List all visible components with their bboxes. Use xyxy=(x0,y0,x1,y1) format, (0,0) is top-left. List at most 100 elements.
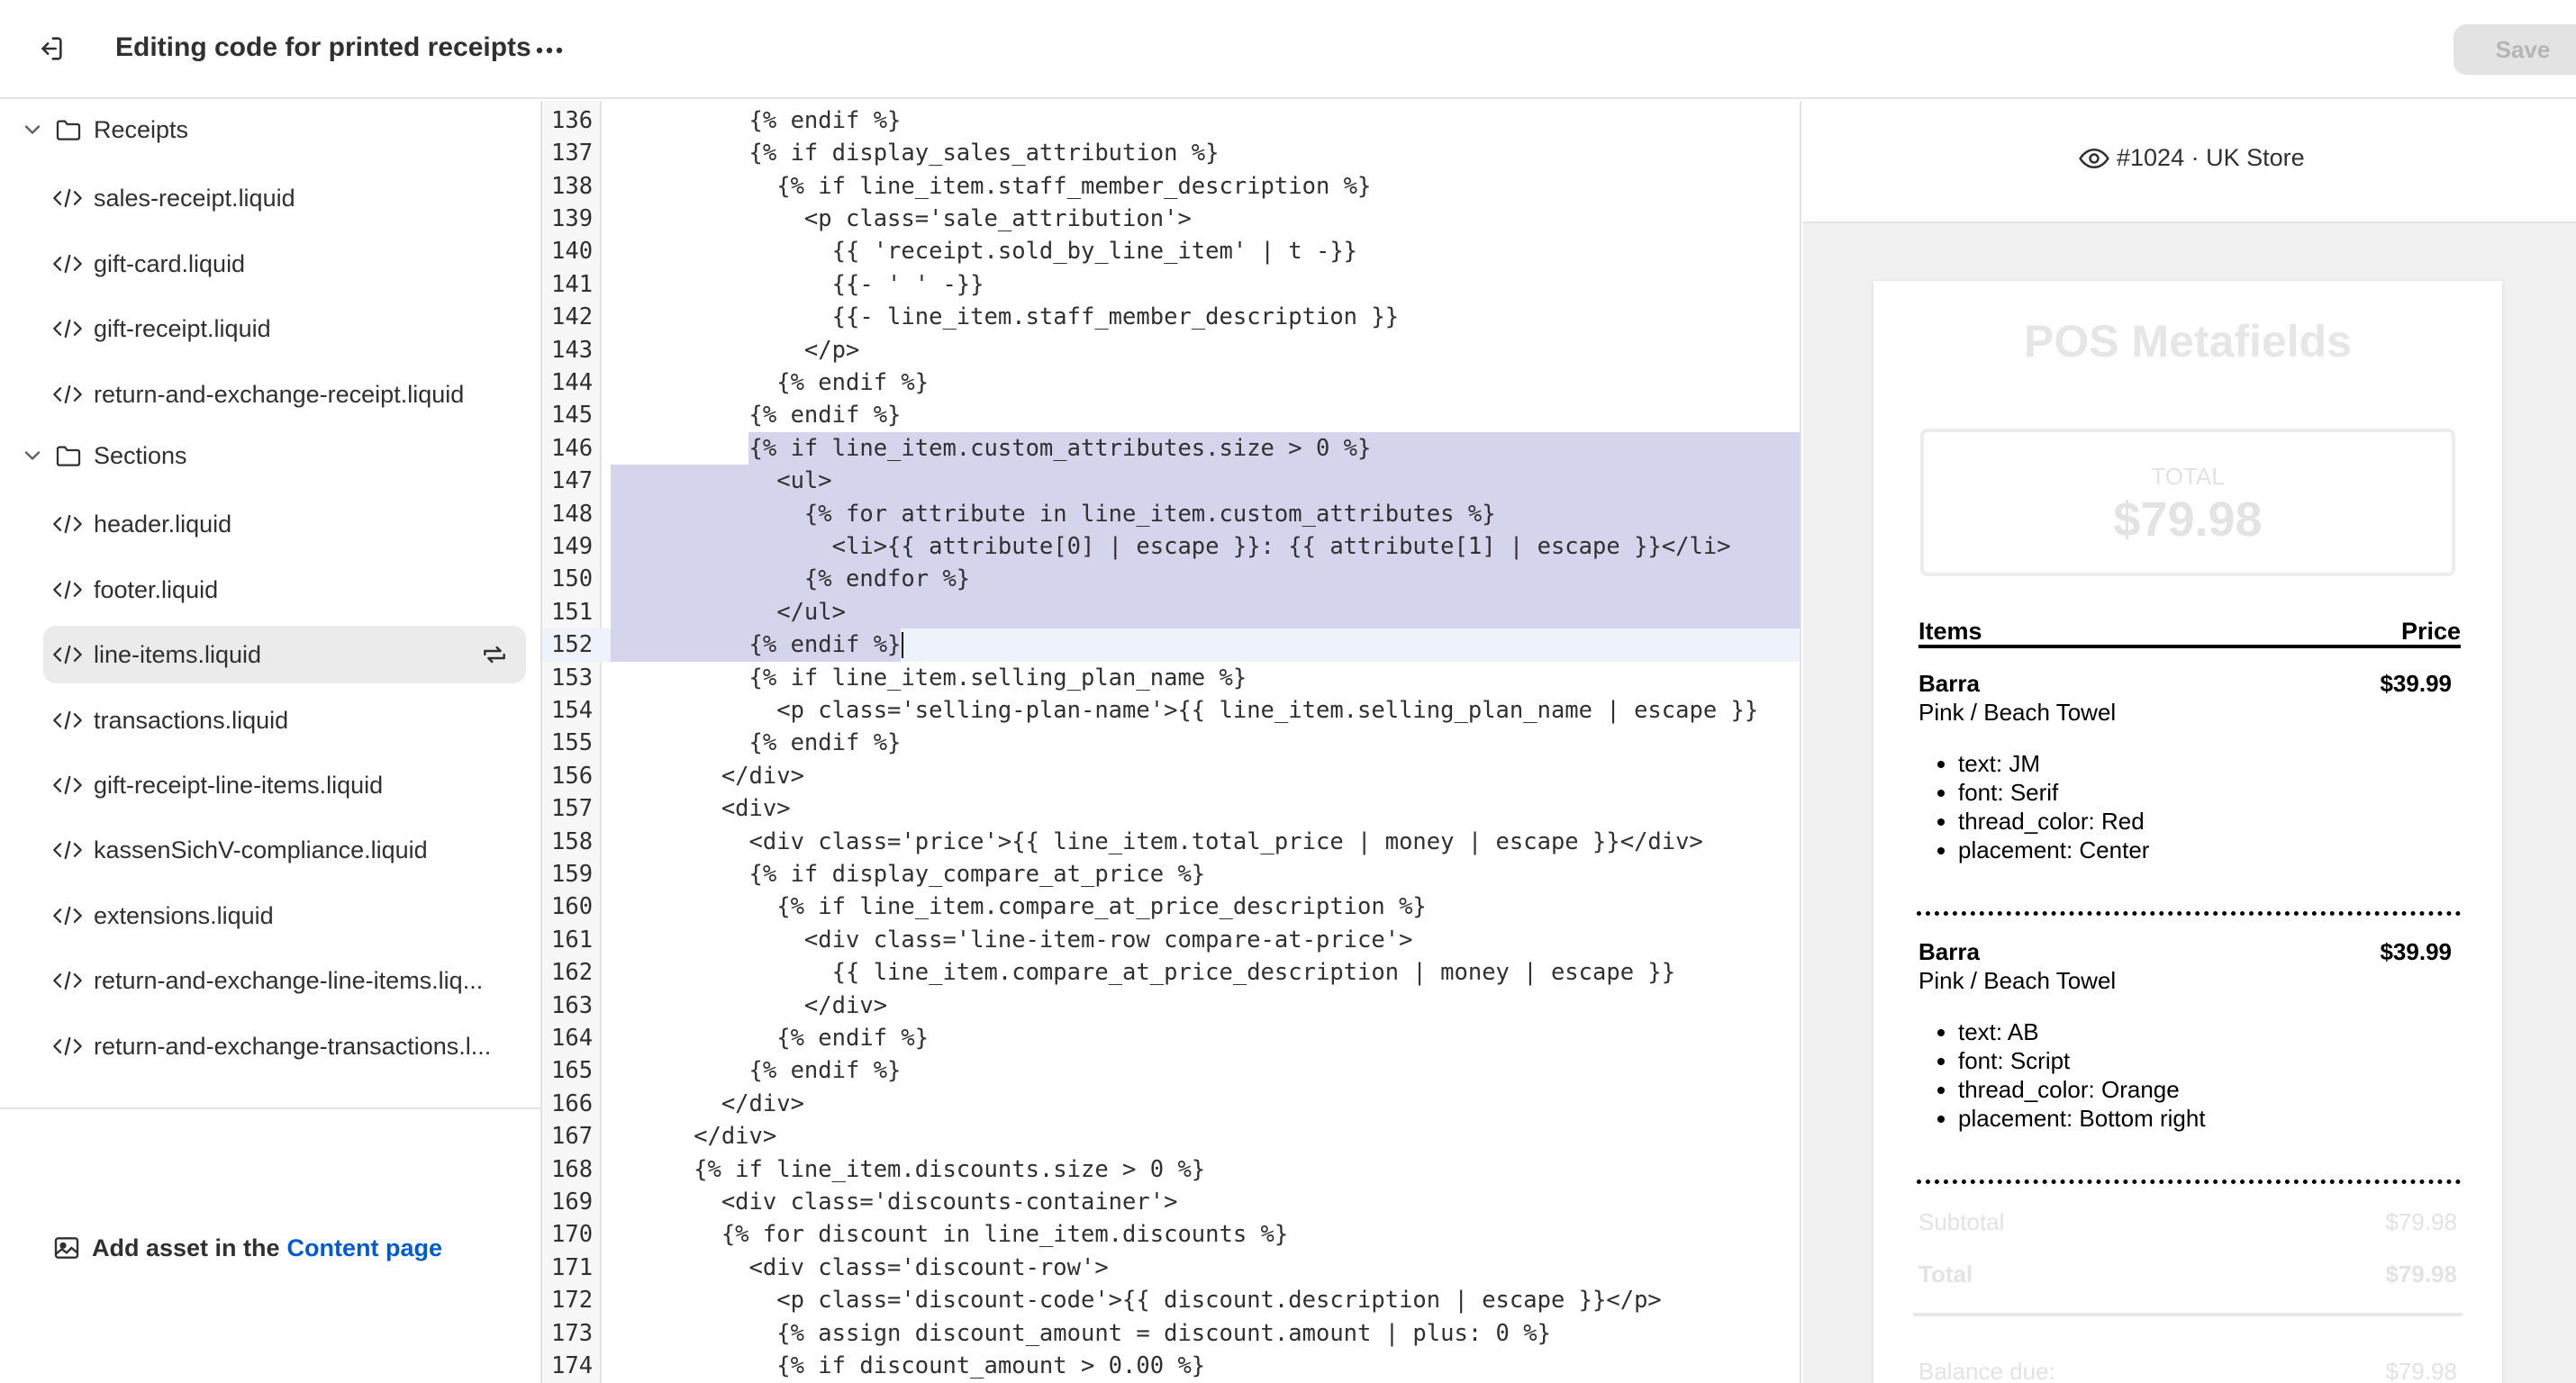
code-line[interactable]: 172 <p class='discount-code'>{{ discount… xyxy=(542,1284,1800,1316)
code-icon xyxy=(53,515,82,534)
code-text: <div class='price'>{{ line_item.total_pr… xyxy=(611,827,1703,855)
code-line[interactable]: 151 </ul> xyxy=(542,596,1800,628)
item-attribute: placement: Center xyxy=(1958,836,2149,864)
code-line[interactable]: 168 {% if line_item.discounts.size > 0 %… xyxy=(542,1153,1800,1186)
code-line[interactable]: 160 {% if line_item.compare_at_price_des… xyxy=(542,890,1800,923)
code-line[interactable]: 173 {% assign discount_amount = discount… xyxy=(542,1317,1800,1350)
line-number: 145 xyxy=(551,402,594,429)
file-item[interactable]: return-and-exchange-receipt.liquid xyxy=(0,366,540,423)
code-line[interactable]: 149 <li>{{ attribute[0] | escape }}: {{ … xyxy=(542,530,1800,563)
line-number: 174 xyxy=(551,1352,594,1379)
code-line[interactable]: 165 {% endif %} xyxy=(542,1054,1800,1087)
code-line[interactable]: 140 {{ 'receipt.sold_by_line_item' | t -… xyxy=(542,235,1800,267)
file-item[interactable]: transactions.liquid xyxy=(0,692,540,749)
code-line[interactable]: 159 {% if display_compare_at_price %} xyxy=(542,858,1800,890)
file-item[interactable]: sales-receipt.liquid xyxy=(0,169,540,227)
code-line[interactable]: 148 {% for attribute in line_item.custom… xyxy=(542,498,1800,530)
code-line[interactable]: 162 {{ line_item.compare_at_price_descri… xyxy=(542,956,1800,989)
code-text: </p> xyxy=(611,336,860,364)
code-line[interactable]: 169 <div class='discounts-container'> xyxy=(542,1186,1800,1218)
total-box-label: TOTAL xyxy=(2151,463,2225,490)
folder-sections[interactable]: Sections xyxy=(0,427,540,484)
code-line[interactable]: 158 <div class='price'>{{ line_item.tota… xyxy=(542,826,1800,858)
code-text: {% endif %} xyxy=(611,369,930,396)
code-line[interactable]: 161 <div class='line-item-row compare-at… xyxy=(542,924,1800,956)
folder-receipts[interactable]: Receipts xyxy=(0,101,540,158)
code-line[interactable]: 139 <p class='sale_attribution'> xyxy=(542,203,1800,235)
file-item[interactable]: kassenSichV-compliance.liquid xyxy=(0,821,540,879)
line-number: 157 xyxy=(551,795,594,823)
more-actions-button[interactable] xyxy=(530,32,569,68)
file-item[interactable]: gift-receipt.liquid xyxy=(0,300,540,357)
code-text: {% assign discount_amount = discount.amo… xyxy=(611,1319,1551,1347)
file-item[interactable]: line-items.liquid xyxy=(43,626,526,684)
exit-button[interactable] xyxy=(32,31,68,67)
code-line[interactable]: 147 <ul> xyxy=(542,465,1800,497)
code-line[interactable]: 164 {% endif %} xyxy=(542,1022,1800,1054)
code-line[interactable]: 155 {% endif %} xyxy=(542,727,1800,759)
sidebar-divider xyxy=(0,1107,540,1109)
code-line[interactable]: 144 {% endif %} xyxy=(542,366,1800,399)
file-label: header.liquid xyxy=(94,511,232,538)
code-text: <p class='discount-code'>{{ discount.des… xyxy=(611,1287,1662,1315)
file-item[interactable]: return-and-exchange-line-items.liq... xyxy=(0,952,540,1009)
line-number: 173 xyxy=(551,1319,594,1347)
code-text: <div class='discounts-container'> xyxy=(611,1189,1178,1216)
code-line[interactable]: 166 </div> xyxy=(542,1088,1800,1120)
code-line[interactable]: 174 {% if discount_amount > 0.00 %} xyxy=(542,1350,1800,1382)
code-line[interactable]: 136 {% endif %} xyxy=(542,104,1800,137)
code-text: {% if line_item.staff_member_description… xyxy=(611,172,1372,200)
balance-label: Balance due: xyxy=(1918,1358,2055,1383)
code-line[interactable]: 153 {% if line_item.selling_plan_name %} xyxy=(542,662,1800,694)
code-icon xyxy=(53,906,82,925)
code-line[interactable]: 142 {{- line_item.staff_member_descripti… xyxy=(542,301,1800,333)
code-line[interactable]: 152 {% endif %} xyxy=(542,628,1800,661)
file-item[interactable]: return-and-exchange-transactions.l... xyxy=(0,1017,540,1075)
code-line[interactable]: 146 {% if line_item.custom_attributes.si… xyxy=(542,432,1800,465)
code-line[interactable]: 167 </div> xyxy=(542,1120,1800,1152)
code-line[interactable]: 145 {% endif %} xyxy=(542,399,1800,431)
total-box: TOTAL $79.98 xyxy=(1920,429,2455,576)
code-text: {% if line_item.custom_attributes.size >… xyxy=(611,434,1372,462)
code-line[interactable]: 171 <div class='discount-row'> xyxy=(542,1252,1800,1284)
sync-icon[interactable] xyxy=(479,640,510,669)
line-number: 143 xyxy=(551,336,594,364)
code-line[interactable]: 138 {% if line_item.staff_member_descrip… xyxy=(542,170,1800,203)
file-label: gift-receipt-line-items.liquid xyxy=(94,772,384,799)
subtotal-label: Subtotal xyxy=(1918,1208,2005,1235)
file-item[interactable]: gift-card.liquid xyxy=(0,235,540,293)
store-label-text: #1024 · UK Store xyxy=(2117,144,2305,171)
summary-divider xyxy=(1913,1313,2463,1316)
preview-store-selector[interactable]: #1024 · UK Store xyxy=(2079,144,2305,172)
code-text: {% for attribute in line_item.custom_att… xyxy=(611,500,1496,528)
file-item[interactable]: gift-receipt-line-items.liquid xyxy=(0,756,540,814)
code-line[interactable]: 137 {% if display_sales_attribution %} xyxy=(542,137,1800,169)
total-row-value: $79.98 xyxy=(2385,1261,2457,1288)
content-page-link[interactable]: Content page xyxy=(287,1234,443,1262)
code-line[interactable]: 170 {% for discount in line_item.discoun… xyxy=(542,1218,1800,1251)
code-line[interactable]: 157 <div> xyxy=(542,792,1800,825)
items-header: Items Price xyxy=(1918,618,2461,648)
code-line[interactable]: 156 </div> xyxy=(542,760,1800,792)
code-text: <div> xyxy=(611,795,791,823)
folder-icon xyxy=(56,446,81,466)
code-line[interactable]: 143 </p> xyxy=(542,334,1800,366)
code-line[interactable]: 154 <p class='selling-plan-name'>{{ line… xyxy=(542,694,1800,727)
file-label: gift-receipt.liquid xyxy=(94,315,271,343)
file-item[interactable]: footer.liquid xyxy=(0,561,540,619)
item-name: Barra xyxy=(1918,938,1980,965)
exit-icon xyxy=(41,37,62,60)
line-number: 162 xyxy=(551,959,594,987)
file-item[interactable]: header.liquid xyxy=(0,495,540,553)
line-number: 150 xyxy=(551,565,594,593)
code-line[interactable]: 163 </div> xyxy=(542,990,1800,1022)
file-item[interactable]: extensions.liquid xyxy=(0,887,540,945)
code-text: {{- ' ' -}} xyxy=(611,270,984,298)
code-line[interactable]: 141 {{- ' ' -}} xyxy=(542,268,1800,301)
price-header-label: Price xyxy=(2400,618,2461,645)
code-editor[interactable]: 136 {% endif %} 137 {% if display_sales_a… xyxy=(540,101,1801,1383)
code-text: {% if line_item.discounts.size > 0 %} xyxy=(611,1155,1206,1183)
balance-value: $79.98 xyxy=(2385,1358,2457,1383)
save-button[interactable]: Save xyxy=(2454,24,2576,75)
code-line[interactable]: 150 {% endfor %} xyxy=(542,563,1800,595)
